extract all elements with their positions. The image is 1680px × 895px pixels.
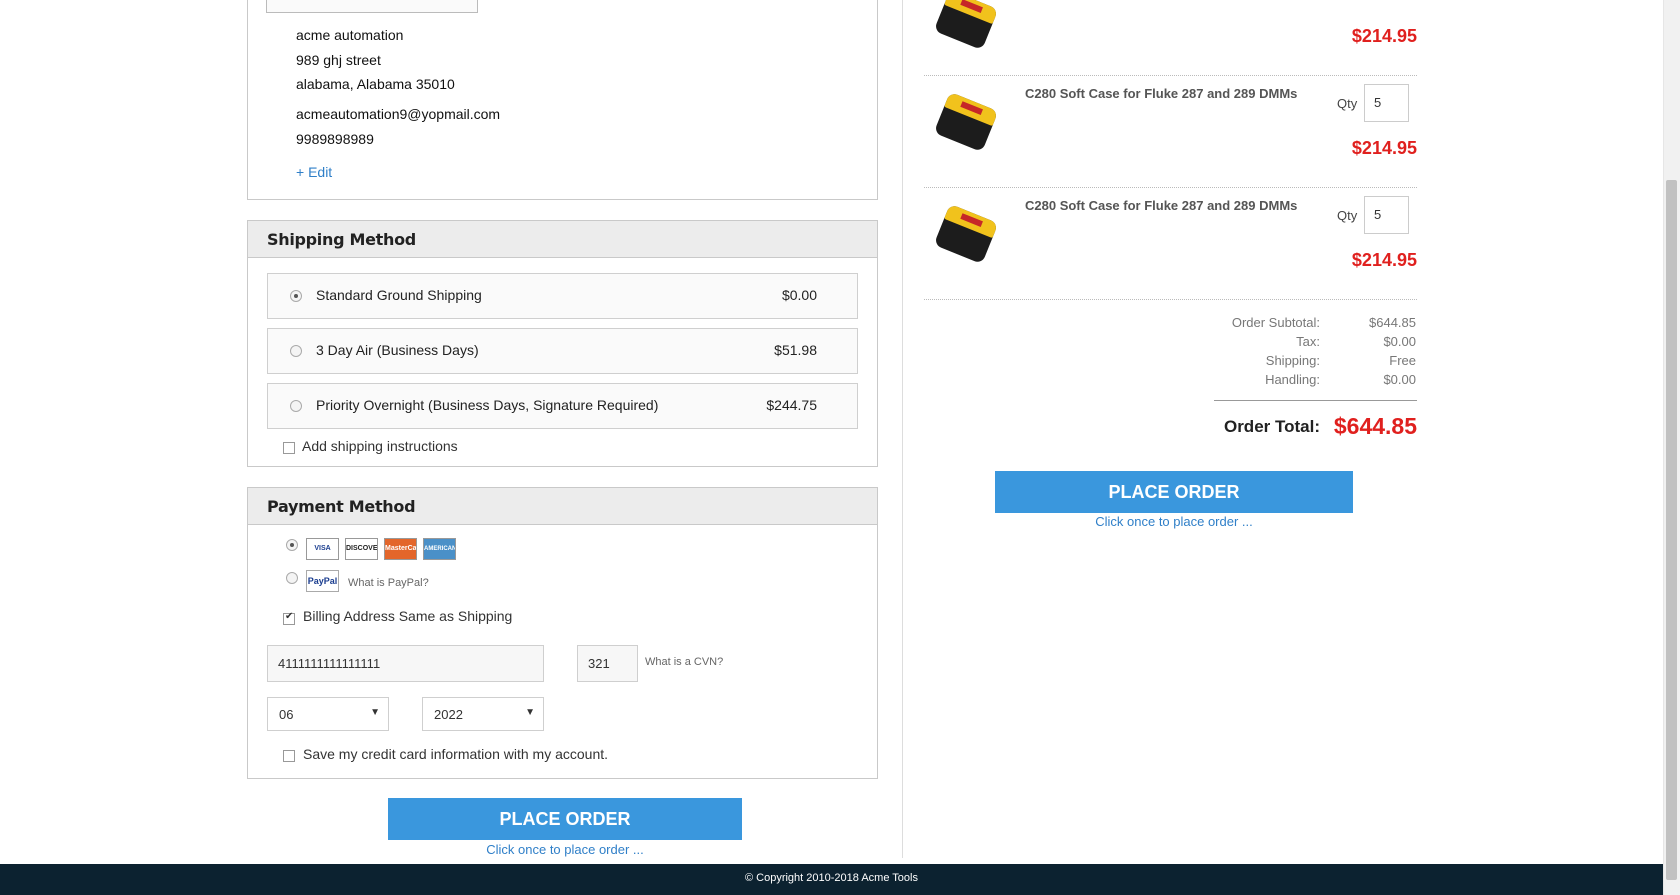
item-name: C280 Soft Case for Fluke 287 and 289 DMM… bbox=[1025, 86, 1298, 101]
shipping-option-price: $0.00 bbox=[781, 287, 817, 303]
payment-method-panel: Payment Method VISA DISCOVER MasterCard … bbox=[247, 487, 878, 779]
shipping-instructions-label: Add shipping instructions bbox=[302, 438, 458, 454]
product-image bbox=[928, 90, 1008, 162]
shipping-option-price: $51.98 bbox=[774, 342, 817, 358]
item-price: $214.95 bbox=[1351, 250, 1417, 270]
shipping-value: Free bbox=[1389, 353, 1416, 368]
payment-method-title: Payment Method bbox=[248, 488, 877, 525]
cart-item: C280 Soft Case for Fluke 287 and 289 DMM… bbox=[924, 76, 1417, 188]
dropdown-arrow-icon: ▼ bbox=[370, 707, 380, 718]
dropdown-arrow-icon: ▼ bbox=[525, 707, 535, 718]
subtotal-value: $644.85 bbox=[1369, 315, 1416, 330]
exp-year-select[interactable]: 2022 ▼ bbox=[422, 697, 544, 731]
column-divider bbox=[902, 0, 903, 858]
shipping-option-standard[interactable]: Standard Ground Shipping $0.00 bbox=[267, 273, 858, 319]
shipping-label: Shipping: bbox=[1265, 353, 1320, 368]
address-company: acme automation bbox=[296, 27, 404, 43]
order-total-value: $644.85 bbox=[1333, 413, 1417, 439]
product-image bbox=[928, 202, 1008, 274]
place-order-note: Click once to place order ... bbox=[486, 842, 644, 857]
handling-value: $0.00 bbox=[1383, 372, 1416, 387]
shipping-option-label: 3 Day Air (Business Days) bbox=[316, 342, 479, 358]
radio[interactable] bbox=[290, 400, 302, 412]
amex-icon: AMERICAN EXPRESS bbox=[423, 538, 456, 560]
shipping-method-title: Shipping Method bbox=[248, 221, 877, 258]
address-street: 989 ghj street bbox=[296, 52, 381, 68]
credit-card-radio[interactable] bbox=[286, 539, 298, 551]
item-name: C280 Soft Case for Fluke 287 and 289 DMM… bbox=[1025, 198, 1298, 213]
footer-copyright: © Copyright 2010-2018 Acme Tools bbox=[0, 864, 1663, 895]
billing-same-label: Billing Address Same as Shipping bbox=[303, 608, 513, 624]
soft-case-icon bbox=[933, 0, 999, 51]
totals-divider bbox=[1214, 400, 1417, 401]
order-total-label: Order Total: bbox=[1223, 417, 1320, 436]
discover-icon: DISCOVER bbox=[345, 538, 378, 560]
exp-month-value: 06 bbox=[279, 707, 294, 722]
tax-label: Tax: bbox=[1296, 334, 1320, 349]
handling-label: Handling: bbox=[1265, 372, 1320, 387]
cvn-input[interactable]: 321 bbox=[577, 645, 638, 682]
qty-label: Qty bbox=[1337, 96, 1358, 111]
shipping-option-3day[interactable]: 3 Day Air (Business Days) $51.98 bbox=[267, 328, 858, 374]
item-price: $214.95 bbox=[1351, 26, 1417, 46]
qty-input[interactable]: 5 bbox=[1364, 84, 1409, 122]
address-city-state-zip: alabama, Alabama 35010 bbox=[296, 76, 455, 92]
exp-year-value: 2022 bbox=[434, 707, 463, 722]
soft-case-icon bbox=[933, 91, 999, 153]
address-phone: 9989898989 bbox=[296, 131, 374, 147]
shipping-option-overnight[interactable]: Priority Overnight (Business Days, Signa… bbox=[267, 383, 858, 429]
soft-case-icon bbox=[933, 203, 999, 265]
address-email: acmeautomation9@yopmail.com bbox=[296, 106, 501, 122]
paypal-radio[interactable] bbox=[286, 572, 298, 584]
mastercard-icon: MasterCard bbox=[384, 538, 417, 560]
shipping-option-price: $244.75 bbox=[766, 397, 817, 413]
place-order-button[interactable]: PLACE ORDER bbox=[388, 798, 742, 840]
exp-month-select[interactable]: 06 ▼ bbox=[267, 697, 389, 731]
shipping-instructions-checkbox[interactable] bbox=[283, 442, 295, 454]
shipping-method-panel: Shipping Method Standard Ground Shipping… bbox=[247, 220, 878, 467]
qty-label: Qty bbox=[1337, 208, 1358, 223]
scrollbar-thumb[interactable] bbox=[1666, 180, 1677, 880]
card-number-input[interactable]: 4111111111111111 bbox=[267, 645, 544, 682]
visa-icon: VISA bbox=[306, 538, 339, 560]
billing-same-checkbox[interactable] bbox=[283, 611, 295, 625]
paypal-icon: PayPal bbox=[306, 570, 339, 592]
cart-item: $214.95 bbox=[924, 0, 1417, 76]
cart-item: C280 Soft Case for Fluke 287 and 289 DMM… bbox=[924, 188, 1417, 300]
product-image bbox=[928, 0, 1008, 60]
place-order-note-right: Click once to place order ... bbox=[1095, 514, 1253, 529]
what-is-paypal-link[interactable]: What is PayPal? bbox=[348, 577, 429, 589]
item-price: $214.95 bbox=[1351, 138, 1417, 158]
shipping-option-label: Priority Overnight (Business Days, Signa… bbox=[316, 397, 659, 413]
radio[interactable] bbox=[290, 345, 302, 357]
shipping-option-label: Standard Ground Shipping bbox=[316, 287, 482, 303]
edit-address-link[interactable]: + Edit bbox=[296, 164, 332, 180]
place-order-button-right[interactable]: PLACE ORDER bbox=[995, 471, 1353, 513]
subtotal-label: Order Subtotal: bbox=[1231, 315, 1320, 330]
address-select-button[interactable] bbox=[266, 0, 478, 13]
save-card-checkbox[interactable] bbox=[283, 750, 295, 762]
tax-value: $0.00 bbox=[1383, 334, 1416, 349]
radio-selected[interactable] bbox=[290, 290, 302, 302]
save-card-label: Save my credit card information with my … bbox=[303, 746, 609, 762]
qty-input[interactable]: 5 bbox=[1364, 196, 1409, 234]
what-is-cvn-link[interactable]: What is a CVN? bbox=[645, 656, 723, 668]
